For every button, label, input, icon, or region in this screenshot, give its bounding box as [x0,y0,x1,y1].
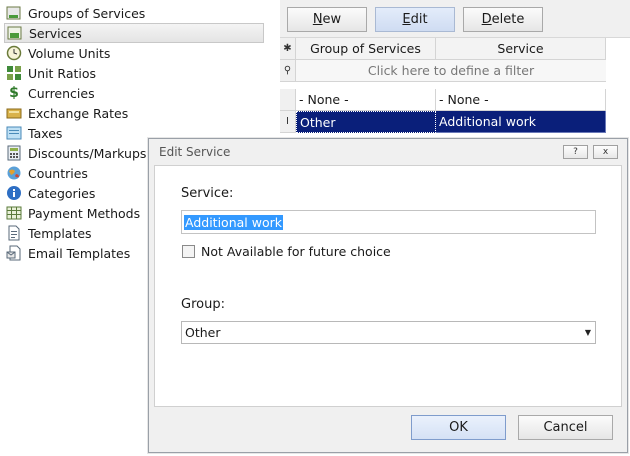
header-corner-icon[interactable]: ✱ [280,38,296,60]
filter-row: ⚲ Click here to define a filter [280,60,606,82]
groups-icon [6,5,22,21]
nav-item-volume-units[interactable]: Volume Units [4,43,264,63]
calculator-icon [6,145,22,161]
not-available-checkbox[interactable] [182,245,195,258]
nav-item-services[interactable]: Services [4,23,264,43]
group-select[interactable]: Other ▼ [181,321,596,344]
delete-button[interactable]: Delete [463,7,543,32]
edit-button[interactable]: Edit [375,7,455,32]
nav-item-currencies[interactable]: $ Currencies [4,83,264,103]
dollar-icon: $ [9,85,19,101]
dialog-body: Service: Additional work Not Available f… [154,165,622,407]
service-label: Service: [181,186,234,201]
not-available-label: Not Available for future choice [201,244,391,259]
new-button[interactable]: New [287,7,367,32]
group-label: Group: [181,297,225,312]
nav-item-groups-of-services[interactable]: Groups of Services [4,3,264,23]
edit-service-dialog: Edit Service ? x Service: Additional wor… [148,138,628,453]
taxes-icon [6,125,22,141]
cancel-button[interactable]: Cancel [518,415,613,440]
nav-item-exchange-rates[interactable]: Exchange Rates [4,103,264,123]
dialog-title-bar[interactable]: Edit Service [149,139,627,165]
close-button[interactable]: x [593,145,618,159]
chevron-down-icon[interactable]: ▼ [585,322,591,343]
filter-pin-icon: ⚲ [280,60,296,82]
toolbar: New Edit Delete [280,0,630,38]
nav-item-unit-ratios[interactable]: Unit Ratios [4,63,264,83]
info-icon [6,185,22,201]
edit-cursor-icon: I [280,111,296,133]
service-input-value: Additional work [184,214,283,230]
cell-service[interactable]: Additional work [436,111,606,133]
clock-icon [6,45,22,61]
globe-icon [6,165,22,181]
column-header-service[interactable]: Service [436,38,606,60]
table-row-selected[interactable]: I Other Additional work [280,111,606,133]
unit-ratios-icon [6,65,22,81]
table-row[interactable]: - None - - None - [280,89,606,111]
help-button[interactable]: ? [563,145,588,159]
cell-service[interactable]: - None - [436,89,606,111]
help-icon: ? [573,147,578,157]
dialog-title: Edit Service [159,145,231,159]
ok-button[interactable]: OK [411,415,506,440]
service-input[interactable]: Additional work [181,210,596,234]
filter-prompt[interactable]: Click here to define a filter [296,60,606,82]
services-icon [7,25,23,41]
grid-header-row: ✱ Group of Services Service [280,38,606,60]
email-template-icon [6,245,22,261]
group-select-value: Other [185,325,221,340]
cell-group[interactable]: - None - [296,89,436,111]
exchange-icon [6,105,22,121]
column-header-group[interactable]: Group of Services [296,38,436,60]
close-icon: x [602,147,609,157]
not-available-row[interactable]: Not Available for future choice [182,244,391,259]
row-header [280,89,296,111]
cell-group[interactable]: Other [296,111,436,133]
document-icon [6,225,22,241]
payment-icon [6,205,22,221]
